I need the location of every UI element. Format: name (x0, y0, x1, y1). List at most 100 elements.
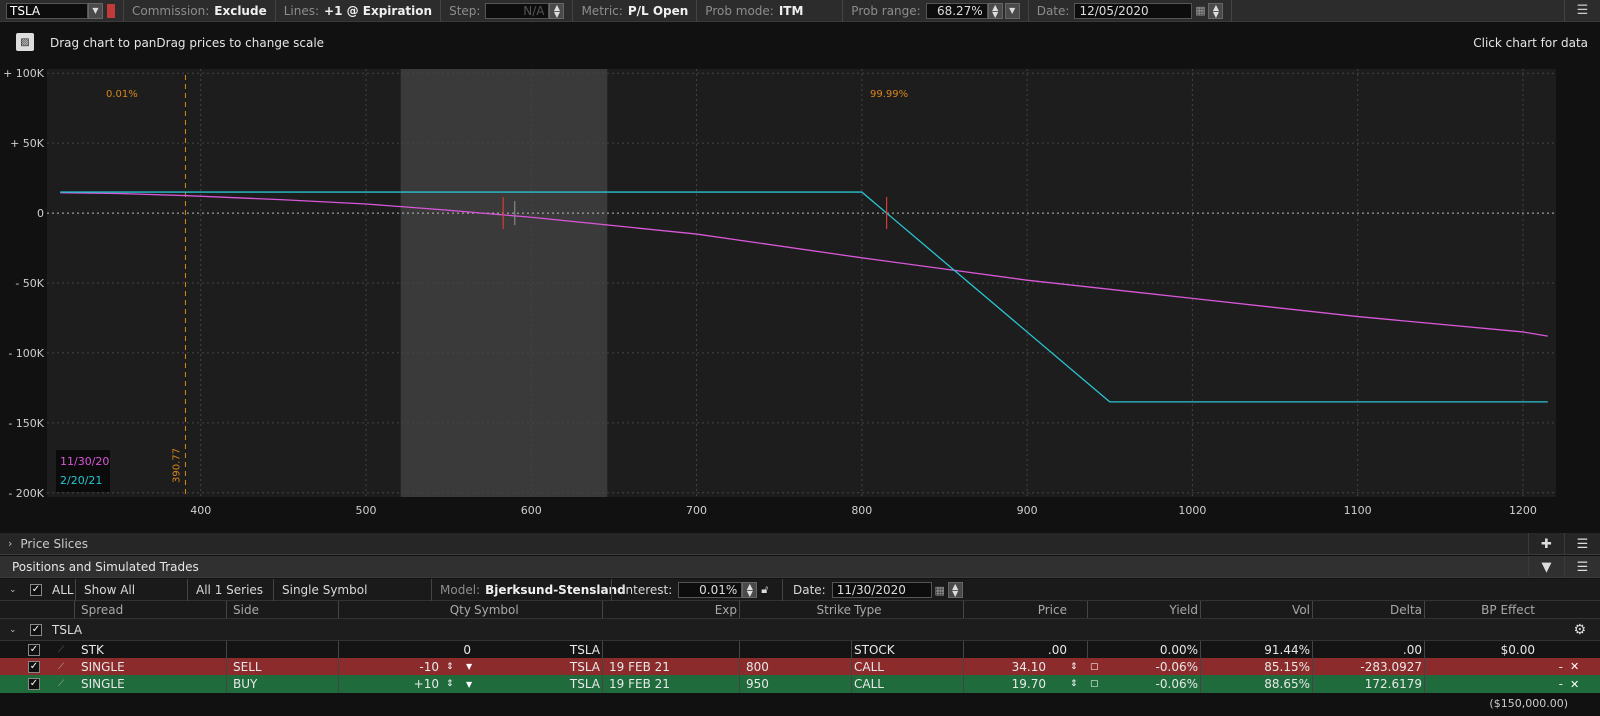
model-label: Model: (440, 583, 481, 597)
col-qty[interactable]: Qty (339, 601, 472, 618)
total-row: ($150,000.00) (0, 693, 1600, 716)
col-vol[interactable]: Vol (1201, 601, 1313, 618)
x-tick-label: 500 (355, 504, 376, 517)
metric-control[interactable]: Metric: P/L Open (573, 0, 698, 22)
all-checkbox[interactable]: ✓ (30, 583, 42, 596)
table-row[interactable]: ✓ ⟋ SINGLE BUY +10 ⇕ ▼ TSLA 19 FEB 21 95… (0, 675, 1600, 693)
show-all-dropdown[interactable]: Show All (75, 579, 187, 601)
lines-value[interactable]: +1 @ Expiration (324, 4, 432, 18)
close-icon[interactable]: ✕ (1570, 660, 1579, 673)
cell-bp-effect: - (1558, 659, 1563, 674)
qty-spinner-icon[interactable]: ⇕ (446, 679, 454, 689)
flag-icon[interactable] (107, 3, 115, 18)
x-tick-label: 600 (521, 504, 542, 517)
cell-type[interactable]: CALL (852, 675, 964, 693)
single-symbol-dropdown[interactable]: Single Symbol (273, 579, 431, 601)
gear-icon[interactable]: ⚙ (1573, 622, 1586, 638)
cell-type[interactable]: CALL (852, 658, 964, 675)
price-spinner-icon[interactable]: ⇕ (1070, 662, 1078, 672)
x-tick-label: 900 (1017, 504, 1038, 517)
group-checkbox[interactable]: ✓ (30, 623, 42, 636)
cell-side[interactable]: BUY (227, 675, 339, 693)
commission-control[interactable]: Commission: Exclude (124, 0, 276, 22)
cell-exp[interactable]: 19 FEB 21 (603, 675, 740, 693)
positions-menu-icon[interactable]: ☰ (1564, 556, 1600, 578)
interest-spinner[interactable]: ▲ ▼ (742, 582, 758, 598)
qty-spinner-icon[interactable]: ⇕ (446, 662, 454, 672)
prob-mode-value[interactable]: ITM (779, 4, 804, 18)
prob-range-dropdown[interactable]: ▼ (1004, 2, 1020, 19)
bp-total: ($150,000.00) (1489, 697, 1568, 710)
cell-price[interactable]: .00 (964, 641, 1088, 658)
model-dropdown[interactable]: Model: Bjerksund-Stensland (431, 579, 626, 601)
top-toolbar: TSLA ▼ Commission: Exclude Lines: +1 @ E… (0, 0, 1600, 22)
prob-range-spinner[interactable]: ▲ ▼ (987, 2, 1003, 19)
cell-side[interactable] (227, 641, 339, 658)
calendar-icon[interactable]: ▦ (932, 582, 948, 598)
cell-strike[interactable] (740, 641, 852, 658)
chart-icon[interactable]: ▨ (16, 33, 34, 51)
cell-exp[interactable] (603, 641, 740, 658)
col-price[interactable]: Price (964, 601, 1088, 618)
positions-title: Positions and Simulated Trades (12, 559, 199, 574)
price-slices-bar[interactable]: › Price Slices ✚ ☰ (0, 533, 1600, 555)
close-icon[interactable]: ✕ (1570, 678, 1579, 691)
col-side[interactable]: Side (227, 601, 339, 618)
commission-value[interactable]: Exclude (214, 4, 266, 18)
symbol-input[interactable]: TSLA (6, 2, 88, 19)
prob-range-input[interactable]: 68.27% (925, 2, 988, 19)
prob-mode-control[interactable]: Prob mode: ITM (697, 0, 844, 22)
col-bp-effect[interactable]: BP Effect (1425, 601, 1537, 618)
row-checkbox[interactable]: ✓ (28, 660, 40, 673)
cell-exp[interactable]: 19 FEB 21 (603, 658, 740, 675)
chevron-down-icon[interactable]: ⌄ (9, 585, 17, 595)
lock-icon[interactable]: 🔓︎ (761, 583, 768, 597)
col-delta[interactable]: Delta (1313, 601, 1425, 618)
col-type[interactable]: Type (852, 601, 964, 618)
symbol-dropdown-button[interactable]: ▼ (88, 2, 103, 19)
date-input[interactable]: 12/05/2020 (1074, 2, 1193, 19)
chevron-right-icon[interactable]: › (8, 537, 12, 550)
cell-spread: SINGLE (75, 658, 227, 675)
lines-control[interactable]: Lines: +1 @ Expiration (276, 0, 442, 22)
cell-vol: 88.65% (1201, 675, 1313, 693)
date-spinner[interactable]: ▲ ▼ (1208, 2, 1224, 19)
cell-strike[interactable]: 800 (740, 658, 852, 675)
table-row[interactable]: ✓ ⟋ SINGLE SELL -10 ⇕ ▼ TSLA 19 FEB 21 8… (0, 658, 1600, 675)
step-label: Step: (449, 3, 481, 18)
col-yield[interactable]: Yield (1088, 601, 1201, 618)
calendar-icon[interactable]: ▦ (1192, 3, 1208, 19)
cell-qty[interactable]: +10 (339, 675, 440, 693)
legend: 11/30/20 2/20/21 (56, 450, 110, 492)
cell-qty[interactable]: 0 (339, 641, 472, 658)
positions-date-input[interactable]: 11/30/2020 (831, 582, 932, 598)
row-checkbox[interactable]: ✓ (28, 643, 40, 656)
cell-symbol: TSLA (472, 641, 603, 658)
cell-delta: .00 (1313, 641, 1425, 658)
col-exp[interactable]: Exp (603, 601, 740, 618)
cell-side[interactable]: SELL (227, 658, 339, 675)
toolbar-menu-icon[interactable]: ☰ (1577, 3, 1589, 18)
table-row[interactable]: ✓ ⟋ STK 0 TSLA STOCK .00 0.00% 91.44% .0… (0, 641, 1600, 658)
add-slice-button[interactable]: ✚ (1528, 533, 1564, 555)
price-spinner-icon[interactable]: ⇕ (1070, 679, 1078, 689)
step-spinner[interactable]: ▲ ▼ (549, 2, 565, 19)
group-row[interactable]: ⌄ ✓ TSLA ⚙ (0, 619, 1600, 641)
col-spread[interactable]: Spread (75, 601, 227, 618)
y-tick-label: 0 (37, 207, 44, 220)
collapse-icon[interactable]: ▼ (1528, 556, 1564, 578)
cell-qty[interactable]: -10 (339, 658, 440, 675)
series-dropdown[interactable]: All 1 Series (187, 579, 273, 601)
positions-date-spinner[interactable]: ▲ ▼ (947, 582, 963, 598)
metric-value[interactable]: P/L Open (628, 4, 688, 18)
col-strike[interactable]: Strike (740, 601, 852, 618)
chevron-down-icon[interactable]: ⌄ (9, 625, 17, 635)
interest-input[interactable]: 0.01% (678, 582, 743, 598)
cell-type[interactable]: STOCK (852, 641, 964, 658)
price-slices-menu-icon[interactable]: ☰ (1564, 533, 1600, 555)
step-input[interactable]: N/A (485, 2, 550, 19)
col-symbol[interactable]: Symbol (472, 601, 603, 618)
risk-profile-chart[interactable]: + 100K + 50K 0 - 50K - 100K - 150K - 200K 400 5… (0, 63, 1600, 533)
row-checkbox[interactable]: ✓ (28, 678, 40, 690)
cell-strike[interactable]: 950 (740, 675, 852, 693)
